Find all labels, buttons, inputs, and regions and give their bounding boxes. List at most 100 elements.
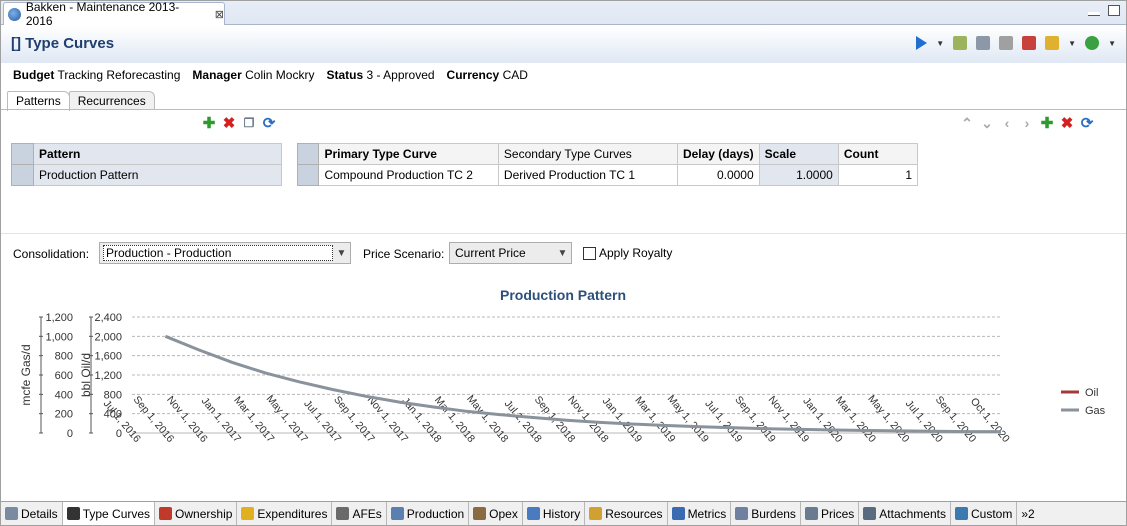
tab-prices[interactable]: Prices <box>801 502 860 525</box>
tab-custom[interactable]: Custom <box>951 502 1018 525</box>
primary-cell[interactable]: Compound Production TC 2 <box>318 164 499 186</box>
tab-burdens[interactable]: Burdens <box>731 502 801 525</box>
move-right-icon[interactable]: › <box>1019 115 1035 131</box>
tab-history[interactable]: History <box>523 502 586 525</box>
chart-title: Production Pattern <box>500 287 626 303</box>
secondary-cell[interactable]: Derived Production TC 1 <box>497 164 678 186</box>
apply-royalty-label: Apply Royalty <box>599 246 673 260</box>
pattern-toolbar: ✚ ✖ ❐ ⟳ <box>201 115 277 132</box>
tab-label: Opex <box>489 506 518 521</box>
info-manager: Manager Colin Mockry <box>192 68 315 82</box>
divider <box>1 109 1126 110</box>
chevron-down-icon[interactable]: ▼ <box>936 39 944 48</box>
tab-label: History <box>542 506 581 521</box>
info-budget: Budget Tracking Reforecasting <box>13 68 181 82</box>
bottom-tab-bar: Details Type Curves Ownership Expenditures A… <box>1 501 1126 525</box>
move-down-icon[interactable]: ⌄ <box>979 115 995 131</box>
type-curve-table: Primary Type Curve Secondary Type Curves… <box>296 143 919 186</box>
custom-icon <box>954 507 968 520</box>
row-header-corner <box>296 143 320 165</box>
column-header-secondary[interactable]: Secondary Type Curves <box>497 143 678 165</box>
attachments-icon <box>863 507 877 520</box>
chevron-down-icon: ▼ <box>557 247 568 259</box>
count-cell[interactable]: 1 <box>837 164 919 186</box>
tab-attachments[interactable]: Attachments <box>859 502 951 525</box>
copy-icon[interactable] <box>976 36 991 50</box>
prices-icon <box>804 507 818 520</box>
tab-opex[interactable]: Opex <box>469 502 523 525</box>
tab-label: Metrics <box>687 506 727 521</box>
chevron-down-icon[interactable]: ▼ <box>1068 39 1076 48</box>
table-row[interactable]: Compound Production TC 2 Derived Product… <box>296 164 919 186</box>
approve-icon[interactable] <box>999 36 1014 50</box>
consolidation-label: Consolidation: <box>13 247 90 261</box>
maximize-button[interactable] <box>1108 5 1120 16</box>
copy-icon[interactable]: ❐ <box>241 115 257 131</box>
delete-icon[interactable]: ✖ <box>1059 115 1075 132</box>
column-header-primary[interactable]: Primary Type Curve <box>318 143 499 165</box>
details-icon <box>5 507 18 520</box>
tab-resources[interactable]: Resources <box>585 502 668 525</box>
scale-cell[interactable]: 1.0000 <box>758 164 839 186</box>
sub-tabs: Patterns Recurrences <box>7 91 155 111</box>
tab-expenditures[interactable]: Expenditures <box>237 502 333 525</box>
refresh-icon[interactable]: ⟳ <box>1079 115 1095 132</box>
pattern-cell[interactable]: Production Pattern <box>33 164 282 186</box>
refresh-icon[interactable]: ⟳ <box>261 115 277 132</box>
move-up-icon[interactable]: ⌃ <box>959 115 975 131</box>
delay-cell[interactable]: 0.0000 <box>676 164 760 186</box>
tab-label: AFEs <box>352 506 382 521</box>
chevron-down-icon[interactable]: ▼ <box>1108 39 1116 48</box>
tab-ownership[interactable]: Ownership <box>155 502 238 525</box>
legend-label-oil: Oil <box>1085 387 1098 399</box>
price-scenario-select[interactable]: Current Price ▼ <box>449 242 572 264</box>
divider <box>1 233 1126 234</box>
tab-overflow-button[interactable]: »2 <box>1017 502 1038 525</box>
row-header[interactable] <box>11 164 34 186</box>
tab-afes[interactable]: AFEs <box>332 502 387 525</box>
consolidation-select[interactable]: Production - Production ▼ <box>99 242 351 264</box>
row-header-corner <box>11 143 34 165</box>
page-title: [] Type Curves <box>11 35 115 52</box>
add-icon[interactable]: ✚ <box>201 115 217 132</box>
tab-type-curves[interactable]: Type Curves <box>62 502 156 525</box>
type-curve-toolbar: ⌃ ⌄ ‹ › ✚ ✖ ⟳ <box>959 115 1095 133</box>
expenditures-icon <box>241 507 255 520</box>
tab-recurrences[interactable]: Recurrences <box>68 91 155 110</box>
workflow-icon[interactable] <box>1045 36 1060 50</box>
column-header-count[interactable]: Count <box>837 143 919 165</box>
header-toolbar: ▼ ▼ ▼ <box>916 36 1116 50</box>
tab-label: Type Curves <box>82 506 151 521</box>
add-icon[interactable]: ✚ <box>1039 115 1055 132</box>
editor-tab[interactable]: Bakken - Maintenance 2013-2016 ⊠ <box>3 1 225 28</box>
column-header-pattern[interactable]: Pattern <box>33 143 282 165</box>
price-scenario-label: Price Scenario: <box>363 247 445 261</box>
close-icon[interactable]: ⊠ <box>215 8 224 21</box>
y-left-tick-label: 600 <box>55 370 73 382</box>
minimize-button[interactable] <box>1088 12 1100 16</box>
tab-label: Resources <box>605 506 663 521</box>
tab-patterns[interactable]: Patterns <box>7 91 70 111</box>
metrics-icon <box>671 507 685 520</box>
tab-metrics[interactable]: Metrics <box>668 502 732 525</box>
move-left-icon[interactable]: ‹ <box>999 115 1015 131</box>
type-curves-icon <box>66 507 80 520</box>
apply-royalty-checkbox[interactable] <box>583 247 596 260</box>
column-header-scale[interactable]: Scale <box>758 143 839 165</box>
afes-icon <box>336 507 350 520</box>
tab-label: Burdens <box>751 506 796 521</box>
y-left-axis-label: mcfe Gas/d <box>19 344 33 405</box>
delete-icon[interactable]: ✖ <box>221 115 237 132</box>
history-icon <box>526 507 540 520</box>
reject-icon[interactable] <box>1022 36 1037 50</box>
table-row[interactable]: Production Pattern <box>11 164 282 186</box>
run-icon[interactable] <box>916 36 928 50</box>
tab-details[interactable]: Details <box>1 502 63 525</box>
opex-icon <box>473 507 487 520</box>
column-header-delay[interactable]: Delay (days) <box>676 143 760 165</box>
shield-icon[interactable] <box>1085 36 1100 50</box>
row-header[interactable] <box>296 164 320 186</box>
y-right-tick-label: 1,200 <box>94 370 122 382</box>
export-icon[interactable] <box>953 36 968 50</box>
tab-production[interactable]: Production <box>387 502 470 525</box>
